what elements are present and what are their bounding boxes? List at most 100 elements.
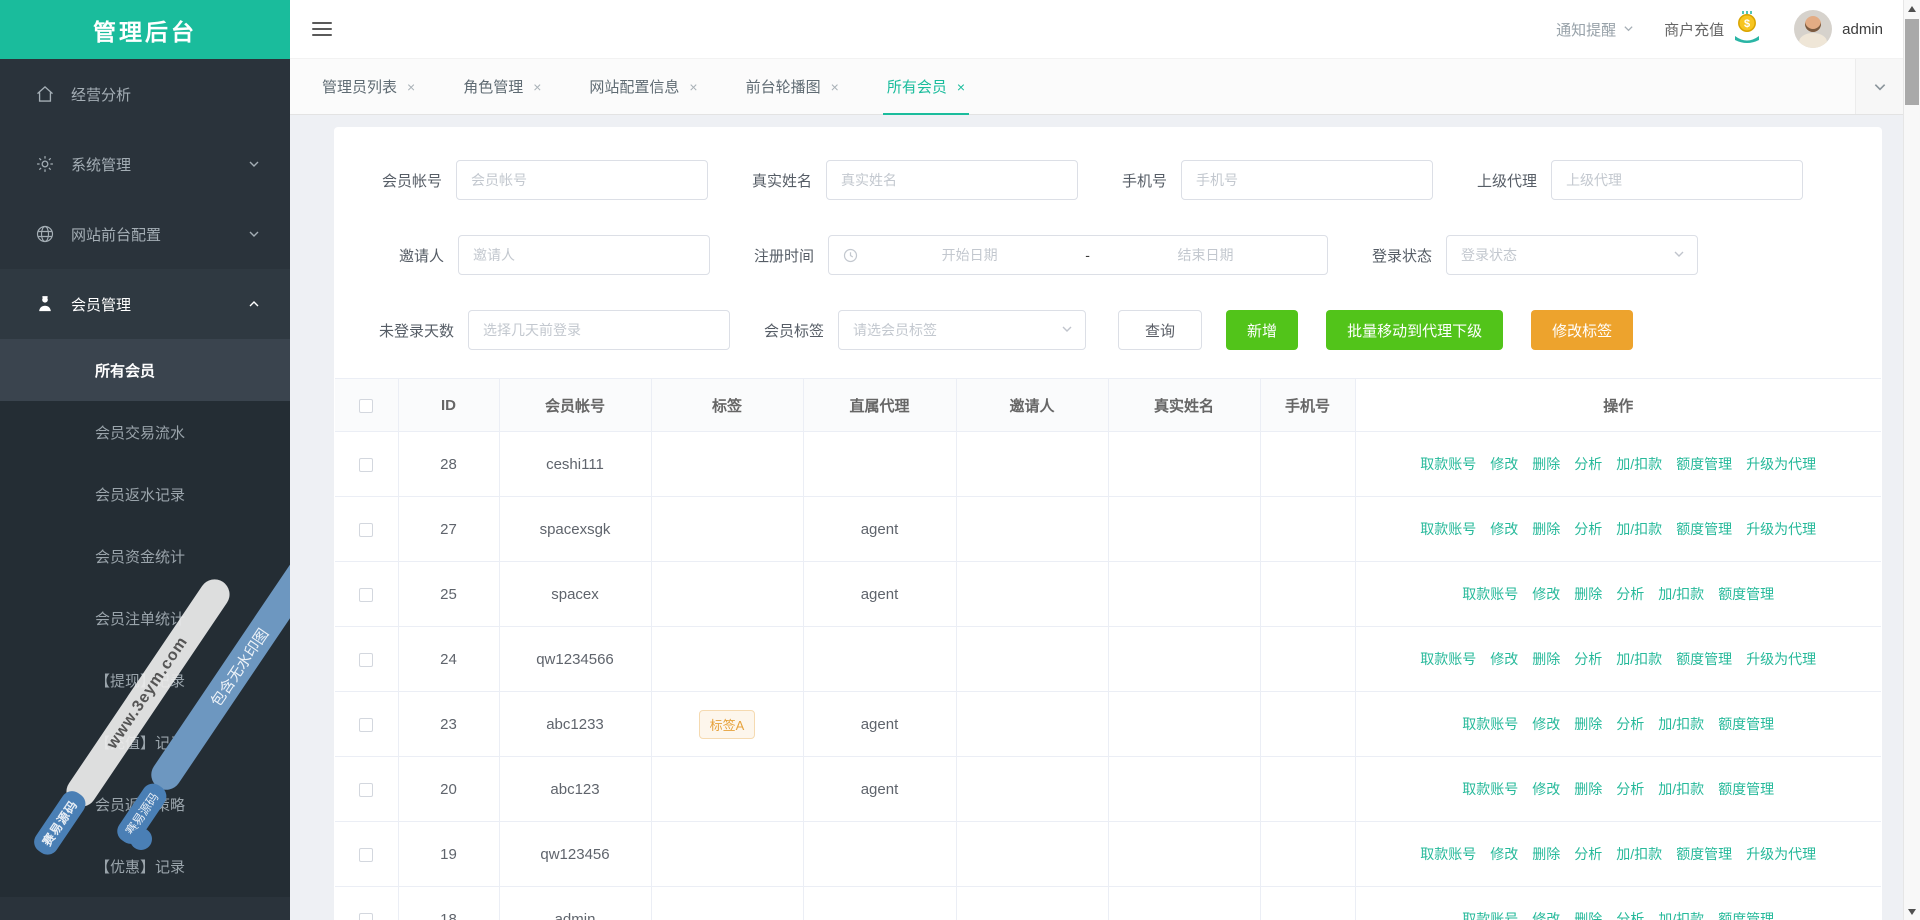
row-action-link[interactable]: 加/扣款 — [1658, 716, 1704, 732]
row-action-link[interactable]: 修改 — [1532, 586, 1560, 602]
row-action-link[interactable]: 升级为代理 — [1746, 651, 1816, 667]
select-all-checkbox[interactable] — [359, 399, 373, 413]
query-button[interactable]: 查询 — [1118, 310, 1202, 350]
row-action-link[interactable]: 加/扣款 — [1658, 586, 1704, 602]
add-button[interactable]: 新增 — [1226, 310, 1298, 350]
row-action-link[interactable]: 取款账号 — [1420, 846, 1476, 862]
batch-move-button[interactable]: 批量移动到代理下级 — [1326, 310, 1503, 350]
member-tag-select[interactable]: 请选会员标签 — [838, 310, 1086, 350]
row-action-link[interactable]: 分析 — [1616, 911, 1644, 920]
tab[interactable]: 前台轮播图× — [728, 59, 857, 114]
real-name-input[interactable] — [826, 160, 1078, 200]
scroll-up-arrow[interactable] — [1904, 0, 1920, 17]
row-action-link[interactable]: 修改 — [1490, 846, 1518, 862]
phone-input[interactable] — [1181, 160, 1433, 200]
row-checkbox[interactable] — [359, 718, 373, 732]
sidebar-item-site-config[interactable]: 网站前台配置 — [0, 199, 290, 269]
row-checkbox[interactable] — [359, 913, 373, 920]
edit-tag-button[interactable]: 修改标签 — [1531, 310, 1633, 350]
row-action-link[interactable]: 升级为代理 — [1746, 521, 1816, 537]
row-action-link[interactable]: 修改 — [1532, 716, 1560, 732]
row-action-link[interactable]: 分析 — [1616, 781, 1644, 797]
row-action-link[interactable]: 额度管理 — [1718, 716, 1774, 732]
row-action-link[interactable]: 加/扣款 — [1616, 456, 1662, 472]
row-action-link[interactable]: 删除 — [1532, 521, 1560, 537]
row-action-link[interactable]: 额度管理 — [1676, 521, 1732, 537]
close-icon[interactable]: × — [689, 79, 697, 95]
row-action-link[interactable]: 加/扣款 — [1616, 651, 1662, 667]
close-icon[interactable]: × — [533, 79, 541, 95]
sidebar-subitem[interactable]: 【充值】记录 — [0, 711, 290, 773]
sidebar-subitem[interactable]: 【提现】记录 — [0, 649, 290, 711]
row-action-link[interactable]: 额度管理 — [1718, 586, 1774, 602]
sidebar-subitem[interactable]: 会员返水记录 — [0, 463, 290, 525]
row-action-link[interactable]: 删除 — [1532, 456, 1560, 472]
reg-time-range-picker[interactable]: 开始日期 - 结束日期 — [828, 235, 1328, 275]
row-action-link[interactable]: 取款账号 — [1462, 781, 1518, 797]
tab[interactable]: 角色管理× — [445, 59, 559, 114]
tab[interactable]: 所有会员× — [869, 59, 983, 114]
row-action-link[interactable]: 修改 — [1490, 651, 1518, 667]
row-action-link[interactable]: 额度管理 — [1676, 651, 1732, 667]
notice-dropdown[interactable]: 通知提醒 — [1556, 19, 1634, 40]
scroll-down-arrow[interactable] — [1904, 903, 1920, 920]
close-icon[interactable]: × — [957, 79, 965, 95]
row-action-link[interactable]: 额度管理 — [1676, 456, 1732, 472]
sidebar-subitem[interactable]: 会员注单统计 — [0, 587, 290, 649]
menu-toggle-icon[interactable] — [312, 22, 332, 36]
inviter-input[interactable] — [458, 235, 710, 275]
row-action-link[interactable]: 修改 — [1532, 911, 1560, 920]
row-action-link[interactable]: 分析 — [1574, 456, 1602, 472]
tab[interactable]: 管理员列表× — [304, 59, 433, 114]
row-checkbox[interactable] — [359, 458, 373, 472]
row-action-link[interactable]: 删除 — [1532, 651, 1560, 667]
row-action-link[interactable]: 取款账号 — [1420, 651, 1476, 667]
merchant-recharge-button[interactable]: 商户充值 $ — [1664, 11, 1764, 47]
sidebar-subitem[interactable]: 所有会员 — [0, 339, 290, 401]
row-action-link[interactable]: 分析 — [1574, 521, 1602, 537]
row-action-link[interactable]: 删除 — [1574, 781, 1602, 797]
row-action-link[interactable]: 删除 — [1532, 846, 1560, 862]
row-checkbox[interactable] — [359, 588, 373, 602]
row-action-link[interactable]: 升级为代理 — [1746, 846, 1816, 862]
sidebar-subitem[interactable]: 会员资金统计 — [0, 525, 290, 587]
scrollbar-thumb[interactable] — [1905, 19, 1919, 105]
user-menu[interactable]: admin — [1794, 10, 1883, 48]
row-action-link[interactable]: 修改 — [1532, 781, 1560, 797]
row-action-link[interactable]: 删除 — [1574, 716, 1602, 732]
close-icon[interactable]: × — [407, 79, 415, 95]
row-action-link[interactable]: 分析 — [1616, 716, 1644, 732]
row-action-link[interactable]: 分析 — [1574, 846, 1602, 862]
close-icon[interactable]: × — [831, 79, 839, 95]
account-input[interactable] — [456, 160, 708, 200]
row-action-link[interactable]: 修改 — [1490, 456, 1518, 472]
row-action-link[interactable]: 取款账号 — [1462, 586, 1518, 602]
row-action-link[interactable]: 删除 — [1574, 586, 1602, 602]
row-action-link[interactable]: 删除 — [1574, 911, 1602, 920]
row-action-link[interactable]: 取款账号 — [1462, 911, 1518, 920]
sidebar-subitem[interactable]: 会员返水策略 — [0, 773, 290, 835]
row-action-link[interactable]: 取款账号 — [1462, 716, 1518, 732]
row-checkbox[interactable] — [359, 783, 373, 797]
row-action-link[interactable]: 分析 — [1574, 651, 1602, 667]
row-action-link[interactable]: 分析 — [1616, 586, 1644, 602]
sidebar-item-system[interactable]: 系统管理 — [0, 129, 290, 199]
row-action-link[interactable]: 加/扣款 — [1658, 781, 1704, 797]
sidebar-item-analysis[interactable]: 经营分析 — [0, 59, 290, 129]
row-checkbox[interactable] — [359, 523, 373, 537]
row-action-link[interactable]: 额度管理 — [1718, 781, 1774, 797]
row-action-link[interactable]: 额度管理 — [1676, 846, 1732, 862]
row-action-link[interactable]: 取款账号 — [1420, 521, 1476, 537]
row-checkbox[interactable] — [359, 653, 373, 667]
sidebar-item-member[interactable]: 会员管理 — [0, 269, 290, 339]
sidebar-subitem[interactable]: 会员交易流水 — [0, 401, 290, 463]
row-action-link[interactable]: 升级为代理 — [1746, 456, 1816, 472]
vertical-scrollbar[interactable] — [1903, 0, 1920, 920]
tabs-collapse-button[interactable] — [1855, 59, 1903, 114]
row-action-link[interactable]: 加/扣款 — [1658, 911, 1704, 920]
tab[interactable]: 网站配置信息× — [571, 59, 715, 114]
no-login-days-input[interactable] — [468, 310, 730, 350]
row-action-link[interactable]: 额度管理 — [1718, 911, 1774, 920]
login-status-select[interactable]: 登录状态 — [1446, 235, 1698, 275]
row-checkbox[interactable] — [359, 848, 373, 862]
